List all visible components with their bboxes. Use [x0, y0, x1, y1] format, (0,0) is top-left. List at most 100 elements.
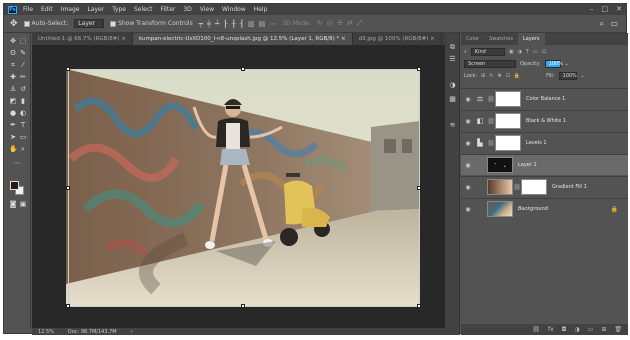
- fill-input[interactable]: 100%: [558, 72, 577, 80]
- transform-handle-ml[interactable]: [66, 186, 70, 190]
- hand-tool[interactable]: ✋: [9, 145, 18, 153]
- layer-color-balance[interactable]: ◉ ⚖ ⛓ Color Balance 1: [461, 88, 628, 109]
- menu-3d[interactable]: 3D: [183, 6, 191, 13]
- tab-d3[interactable]: d3.jpg @ 100% (RGB/8#) ×: [353, 33, 442, 45]
- layer-name[interactable]: Background: [518, 206, 548, 212]
- layer-background[interactable]: ◉ Background 🔒: [461, 198, 628, 219]
- visibility-eye-icon[interactable]: ◉: [463, 118, 473, 125]
- move-tool-icon[interactable]: ✥: [10, 19, 18, 29]
- zoom-tool[interactable]: ⌕: [19, 145, 27, 153]
- align-top-icon[interactable]: ┯: [199, 20, 203, 28]
- 3d-pan-icon[interactable]: ✣: [337, 19, 343, 28]
- minimize-button[interactable]: –: [590, 5, 594, 13]
- menu-image[interactable]: Image: [61, 6, 80, 13]
- layer-name[interactable]: Levels 1: [526, 140, 547, 146]
- menu-layer[interactable]: Layer: [87, 6, 104, 13]
- crop-tool[interactable]: ⌗: [9, 61, 17, 69]
- background-thumbnail[interactable]: [487, 201, 513, 217]
- distribute-icon[interactable]: ▥: [248, 20, 255, 28]
- visibility-eye-icon[interactable]: ◉: [463, 206, 473, 213]
- fill-dropdown-icon[interactable]: ⌄: [581, 73, 585, 79]
- menu-view[interactable]: View: [200, 6, 214, 13]
- tab-untitled[interactable]: Untitled-1 @ 66.7% (RGB/8#) ×: [32, 33, 133, 45]
- transform-option[interactable]: Show Transform Controls: [110, 20, 193, 27]
- fx-icon[interactable]: fx: [548, 326, 554, 333]
- transform-controls-checkbox[interactable]: [110, 20, 117, 27]
- link-layers-icon[interactable]: ⛓: [532, 326, 540, 333]
- auto-select-option[interactable]: Auto-Select:: [23, 20, 68, 27]
- gradient-tool[interactable]: ▮: [19, 97, 27, 105]
- filter-adjustment-icon[interactable]: ◑: [518, 49, 522, 55]
- transform-handle-tl[interactable]: [66, 67, 70, 71]
- menu-help[interactable]: Help: [254, 6, 268, 13]
- styles-panel-icon[interactable]: ▦: [448, 95, 457, 103]
- filter-shape-icon[interactable]: ▭: [533, 49, 538, 55]
- tab-swatches[interactable]: Swatches: [484, 33, 518, 45]
- layer-levels[interactable]: ◉ ▙ ⛓ Levels 1: [461, 132, 628, 153]
- visibility-eye-icon[interactable]: ◉: [463, 162, 473, 169]
- filter-type-icon[interactable]: T: [526, 49, 529, 55]
- layer-layer-1[interactable]: ◉ Layer 1: [461, 154, 628, 175]
- workspace-icon[interactable]: ▭: [610, 19, 618, 28]
- channels-panel-icon[interactable]: ≋: [448, 121, 457, 129]
- new-adjustment-icon[interactable]: ◑: [574, 326, 579, 333]
- opacity-input[interactable]: 100%: [544, 60, 563, 68]
- quick-select-tool[interactable]: ✎: [19, 49, 27, 57]
- properties-panel-icon[interactable]: ☰: [448, 55, 457, 63]
- 3d-scale-icon[interactable]: ⤢: [357, 19, 363, 28]
- quick-mask-icon[interactable]: ◙: [9, 200, 17, 208]
- filter-pixel-icon[interactable]: ▣: [509, 49, 514, 55]
- more-options-icon[interactable]: ⋯: [269, 20, 276, 28]
- blend-mode-dropdown[interactable]: Screen: [464, 60, 516, 68]
- new-layer-icon[interactable]: ⊞: [601, 326, 606, 333]
- align-left-icon[interactable]: ┠: [223, 20, 227, 28]
- layer-thumbnail[interactable]: [487, 157, 513, 173]
- tab-layers[interactable]: Layers: [517, 33, 545, 45]
- lock-position-icon[interactable]: ✥: [498, 73, 502, 79]
- opacity-dropdown-icon[interactable]: ⌄: [565, 61, 569, 67]
- screen-mode-icon[interactable]: ▣: [19, 200, 27, 208]
- layer-gradient-fill[interactable]: ◉ ⛓ Gradient Fill 1: [461, 176, 628, 197]
- gradient-thumbnail[interactable]: [487, 179, 513, 195]
- stamp-tool[interactable]: ♙: [9, 85, 17, 93]
- lock-pixels-icon[interactable]: ✎: [489, 73, 493, 79]
- menu-type[interactable]: Type: [112, 6, 126, 13]
- menu-file[interactable]: File: [23, 6, 33, 13]
- layer-mask-thumbnail[interactable]: [495, 113, 521, 129]
- visibility-eye-icon[interactable]: ◉: [463, 140, 473, 147]
- transform-handle-tr[interactable]: [417, 67, 421, 71]
- transform-handle-bl[interactable]: [66, 304, 70, 308]
- filter-kind-dropdown[interactable]: Kind: [470, 48, 505, 56]
- menu-window[interactable]: Window: [222, 6, 246, 13]
- 3d-roll-icon[interactable]: ◎: [327, 19, 333, 28]
- 3d-slide-icon[interactable]: ⇄: [347, 19, 353, 28]
- pen-tool[interactable]: ✒: [9, 121, 17, 129]
- lasso-tool[interactable]: ʘ: [9, 49, 17, 57]
- align-middle-icon[interactable]: ╪: [207, 20, 211, 28]
- history-panel-icon[interactable]: ⧉: [448, 43, 457, 52]
- foreground-color-swatch[interactable]: [10, 181, 19, 190]
- dodge-tool[interactable]: ◐: [19, 109, 27, 117]
- move-tool[interactable]: ✥: [9, 37, 17, 45]
- filter-smart-icon[interactable]: ⊡: [542, 49, 546, 55]
- distribute-h-icon[interactable]: ▤: [259, 20, 266, 28]
- layer-name[interactable]: Gradient Fill 1: [552, 184, 587, 190]
- align-right-icon[interactable]: ┨: [240, 20, 244, 28]
- eraser-tool[interactable]: ◩: [9, 97, 17, 105]
- close-button[interactable]: ✕: [616, 5, 622, 13]
- brush-tool[interactable]: ✏: [19, 73, 27, 81]
- lock-transparent-icon[interactable]: ⊞: [481, 73, 485, 79]
- transform-handle-tc[interactable]: [241, 67, 245, 71]
- lock-artboard-icon[interactable]: ⊡: [506, 73, 510, 79]
- menu-select[interactable]: Select: [134, 6, 153, 13]
- layer-black-white[interactable]: ◉ ◧ ⛓ Black & White 1: [461, 110, 628, 131]
- status-arrow-icon[interactable]: ›: [131, 329, 133, 335]
- transform-handle-br[interactable]: [417, 304, 421, 308]
- layer-mask-thumbnail[interactable]: [495, 91, 521, 107]
- add-mask-icon[interactable]: ◘: [562, 326, 567, 333]
- layer-name[interactable]: Layer 1: [518, 162, 537, 168]
- maximize-button[interactable]: □: [602, 5, 609, 13]
- layer-name[interactable]: Black & White 1: [526, 118, 566, 124]
- type-tool[interactable]: T: [19, 121, 27, 129]
- auto-select-dropdown[interactable]: Layer: [74, 19, 105, 28]
